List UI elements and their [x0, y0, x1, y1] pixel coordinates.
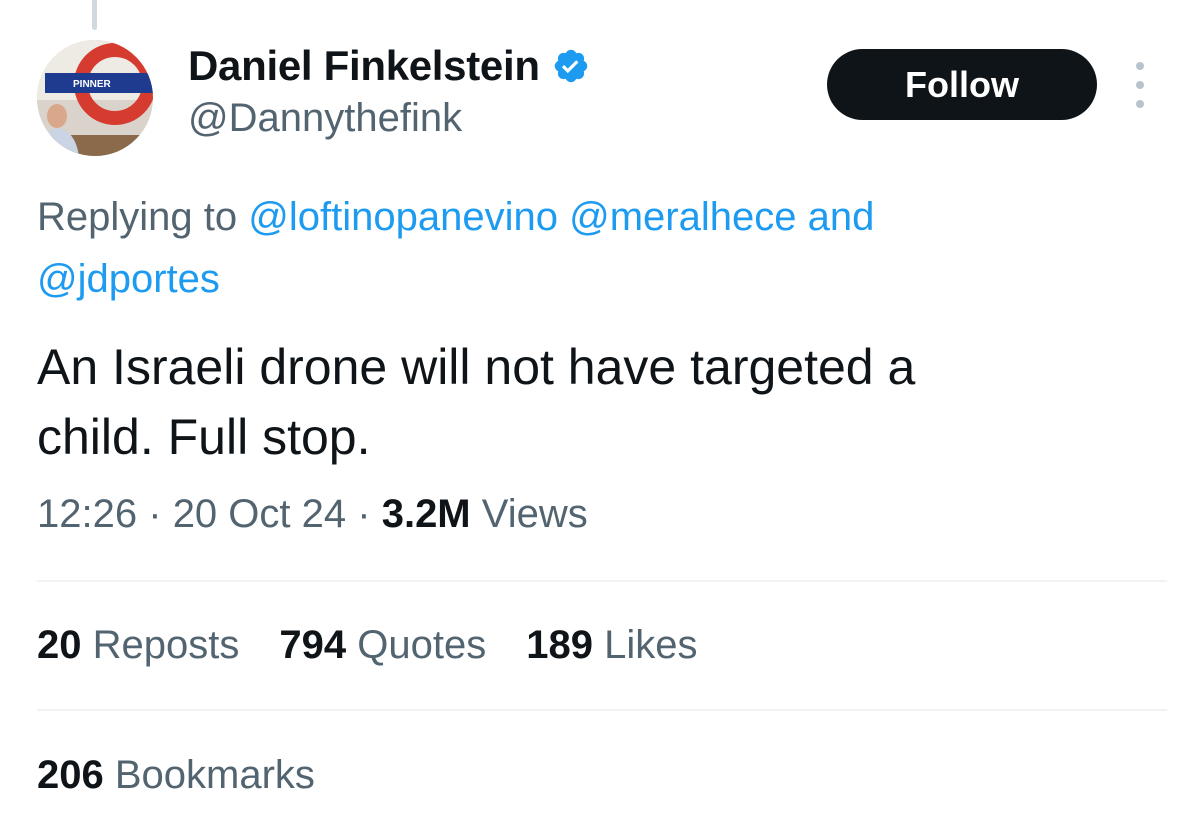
- likes-stat[interactable]: 189 Likes: [526, 623, 697, 668]
- tweet-detail: PINNER Daniel Finkelstein @Dannythefink …: [0, 0, 1200, 837]
- meta-separator: ·: [357, 492, 371, 536]
- more-dots-icon: [1136, 81, 1144, 89]
- bookmarks-label: Bookmarks: [114, 753, 315, 797]
- tweet-text-line: An Israeli drone will not have targeted …: [37, 339, 916, 395]
- reply-prefix: Replying to: [37, 195, 238, 239]
- more-dots-icon: [1136, 62, 1144, 70]
- avatar[interactable]: PINNER: [37, 40, 153, 156]
- more-dots-icon: [1136, 100, 1144, 108]
- mention-link[interactable]: @loftinopanevino: [248, 195, 558, 239]
- quotes-count: 794: [279, 623, 347, 667]
- reposts-stat[interactable]: 20 Reposts: [37, 623, 239, 668]
- mention-and-link[interactable]: and: [808, 195, 875, 239]
- more-options-button[interactable]: [1122, 62, 1158, 108]
- reposts-count: 20: [37, 623, 82, 667]
- tweet-meta: 12:26 · 20 Oct 24 · 3.2M Views: [37, 492, 588, 537]
- divider: [37, 709, 1167, 711]
- author-name-row: Daniel Finkelstein: [188, 40, 590, 92]
- verified-badge-icon: [552, 47, 590, 85]
- quotes-stat[interactable]: 794 Quotes: [279, 623, 486, 668]
- views-count: 3.2M: [381, 492, 471, 536]
- tweet-time[interactable]: 12:26: [37, 492, 137, 536]
- avatar-sign-text: PINNER: [73, 79, 112, 90]
- tweet-date[interactable]: 20 Oct 24: [173, 492, 346, 536]
- author-display-name[interactable]: Daniel Finkelstein: [188, 42, 540, 90]
- reposts-label: Reposts: [92, 623, 240, 667]
- tweet-text: An Israeli drone will not have targeted …: [37, 332, 1167, 472]
- thread-connector-line: [92, 0, 97, 30]
- quotes-label: Quotes: [357, 623, 487, 667]
- likes-count: 189: [526, 623, 593, 667]
- meta-separator: ·: [148, 492, 162, 536]
- avatar-image: PINNER: [37, 40, 153, 156]
- reply-context: Replying to @loftinopanevino @meralhece …: [37, 186, 1167, 310]
- tweet-text-line: child. Full stop.: [37, 409, 371, 465]
- engagement-stats: 20 Reposts 794 Quotes 189 Likes: [37, 623, 697, 668]
- follow-button[interactable]: Follow: [827, 49, 1097, 120]
- divider: [37, 580, 1167, 582]
- author-handle[interactable]: @Dannythefink: [188, 96, 462, 141]
- mention-link[interactable]: @jdportes: [37, 257, 220, 301]
- bookmarks-stat[interactable]: 206 Bookmarks: [37, 753, 315, 798]
- mention-link[interactable]: @meralhece: [569, 195, 796, 239]
- bookmarks-count: 206: [37, 753, 104, 797]
- views-label: Views: [481, 492, 588, 536]
- likes-label: Likes: [604, 623, 698, 667]
